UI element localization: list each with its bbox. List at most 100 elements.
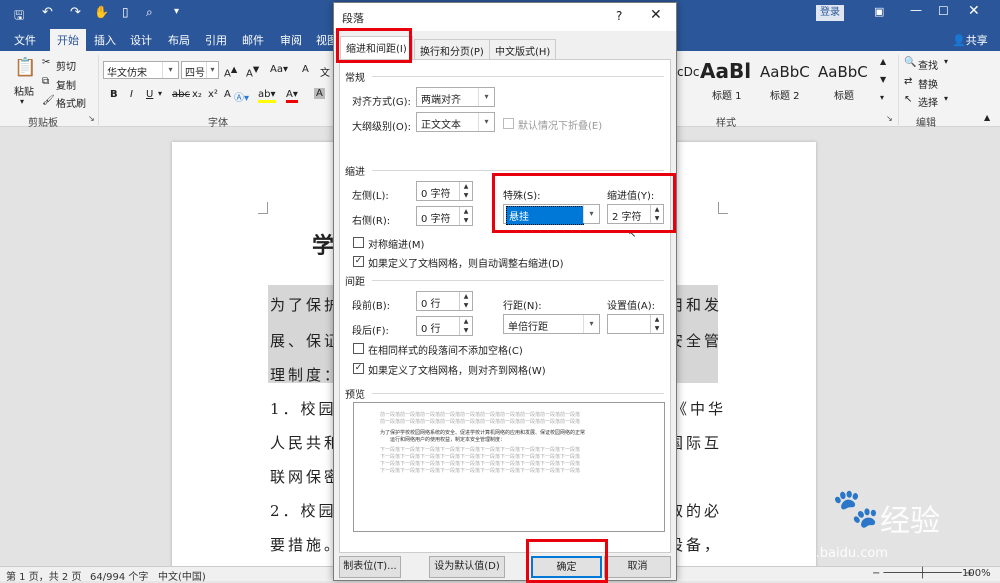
tab-design[interactable]: 设计	[130, 32, 152, 48]
strikethrough-icon[interactable]: abc	[172, 89, 190, 100]
line-spacing-at-spinner[interactable]: ▲ ▼	[607, 314, 664, 334]
select-button[interactable]: 选择	[918, 94, 938, 109]
phonetic-icon[interactable]: 文	[320, 64, 330, 79]
copy-button[interactable]: 复制	[56, 77, 76, 92]
mirror-indents-checkbox[interactable]	[353, 237, 364, 248]
cancel-button[interactable]: 取消	[604, 556, 671, 578]
bold-icon[interactable]: B	[110, 89, 118, 100]
text-effects-icon[interactable]: Ⓐ▾	[234, 89, 249, 104]
minimize-icon[interactable]: —	[910, 3, 922, 17]
tab-line-page-breaks[interactable]: 换行和分页(P)	[414, 39, 490, 59]
share-button[interactable]: 👤共享	[952, 32, 988, 48]
superscript-icon[interactable]: x²	[208, 89, 218, 100]
tab-review[interactable]: 审阅	[280, 32, 302, 48]
tab-mailings[interactable]: 邮件	[242, 32, 264, 48]
find-icon[interactable]: 🔍	[904, 57, 916, 68]
clipboard-launcher-icon[interactable]: ↘	[88, 114, 95, 123]
paste-dropdown-icon[interactable]: ▾	[20, 97, 24, 106]
undo-icon[interactable]: ↶	[42, 5, 53, 20]
tab-file[interactable]: 文件	[14, 32, 36, 48]
tab-references[interactable]: 引用	[205, 32, 227, 48]
underline-icon[interactable]: U	[146, 89, 153, 100]
style-normal-sample[interactable]: cDc	[677, 65, 699, 79]
line-spacing-select[interactable]: 单倍行距 ▾	[503, 314, 600, 334]
grow-font-icon[interactable]: A▲	[224, 64, 237, 79]
font-name-select[interactable]: 华文仿宋 ▾	[103, 61, 179, 79]
spin-down-icon[interactable]: ▼	[459, 326, 472, 335]
copy-icon[interactable]: ⧉	[42, 76, 49, 87]
cut-button[interactable]: 剪切	[56, 58, 76, 73]
spacing-after-spinner[interactable]: 0 行 ▲ ▼	[416, 316, 473, 336]
styles-more-icon[interactable]: ▾	[880, 93, 884, 102]
italic-icon[interactable]: I	[130, 89, 133, 100]
styles-launcher-icon[interactable]: ↘	[886, 114, 893, 123]
highlight-icon[interactable]: ab▾	[258, 89, 276, 103]
snap-to-grid-checkbox[interactable]: ✓	[353, 363, 364, 374]
spin-down-icon[interactable]: ▼	[650, 324, 663, 333]
login-button[interactable]: 登录	[816, 5, 844, 21]
close-window-icon[interactable]: ✕	[968, 3, 980, 19]
format-painter-button[interactable]: 格式刷	[56, 95, 86, 110]
char-border-icon[interactable]: A	[224, 89, 231, 100]
find-dropdown-icon[interactable]: ▾	[944, 57, 948, 66]
underline-dropdown-icon[interactable]: ▾	[158, 89, 162, 98]
styles-scroll-down-icon[interactable]: ▼	[880, 75, 886, 84]
spin-up-icon[interactable]: ▲	[459, 182, 472, 191]
char-shading-icon[interactable]: A	[314, 88, 325, 99]
outline-level-select[interactable]: 正文文本 ▾	[416, 112, 495, 132]
alignment-select[interactable]: 两端对齐 ▾	[416, 87, 495, 107]
styles-scroll-up-icon[interactable]: ▲	[880, 57, 886, 66]
maximize-icon[interactable]: ☐	[938, 4, 949, 18]
paste-button[interactable]: 粘贴	[14, 83, 34, 98]
spin-down-icon[interactable]: ▼	[459, 301, 472, 310]
change-case-icon[interactable]: Aa▾	[270, 64, 288, 75]
replace-button[interactable]: 替换	[918, 76, 938, 91]
spin-up-icon[interactable]: ▲	[459, 292, 472, 301]
style-heading2-sample[interactable]: AaBbC	[760, 63, 810, 81]
spin-up-icon[interactable]: ▲	[650, 315, 663, 324]
spin-up-icon[interactable]: ▲	[459, 207, 472, 216]
right-indent-spinner[interactable]: 0 字符 ▲ ▼	[416, 206, 473, 226]
tab-home[interactable]: 开始	[50, 29, 86, 51]
left-indent-spinner[interactable]: 0 字符 ▲ ▼	[416, 181, 473, 201]
ribbon-options-icon[interactable]: ▣	[874, 5, 884, 18]
font-color-icon[interactable]: A▾	[286, 89, 298, 103]
tabs-button[interactable]: 制表位(T)...	[339, 556, 401, 578]
style-title-sample[interactable]: AaBbC	[818, 63, 868, 81]
style-heading1-sample[interactable]: AaBl	[700, 59, 751, 83]
find-button[interactable]: 查找	[918, 57, 938, 72]
spacing-before-spinner[interactable]: 0 行 ▲ ▼	[416, 291, 473, 311]
no-space-same-style-checkbox[interactable]	[353, 343, 364, 354]
close-icon[interactable]: ✕	[650, 7, 662, 23]
print-preview-icon[interactable]: ⌕	[146, 5, 153, 20]
font-size-select[interactable]: 四号 ▾	[181, 61, 219, 79]
save-icon[interactable]: 🖫	[14, 6, 24, 27]
set-default-button[interactable]: 设为默认值(D)	[429, 556, 505, 578]
collapse-default-checkbox[interactable]	[503, 118, 514, 129]
subscript-icon[interactable]: x₂	[192, 89, 202, 100]
spin-down-icon[interactable]: ▼	[459, 191, 472, 200]
touch-mode-icon[interactable]: ✋	[94, 5, 109, 19]
collapse-ribbon-icon[interactable]: ▲	[984, 113, 990, 122]
tab-asian-typography[interactable]: 中文版式(H)	[489, 39, 557, 59]
redo-icon[interactable]: ↷	[70, 5, 81, 20]
format-painter-icon[interactable]: 🖌	[42, 95, 55, 106]
select-icon[interactable]: ↖	[904, 94, 912, 105]
auto-adjust-indent-checkbox[interactable]: ✓	[353, 256, 364, 267]
mirror-indents-label: 对称缩进(M)	[368, 240, 425, 251]
shrink-font-icon[interactable]: A▼	[246, 64, 259, 79]
help-button[interactable]: ?	[616, 9, 622, 23]
cut-icon[interactable]: ✂	[42, 57, 50, 68]
divider	[372, 393, 664, 394]
replace-icon[interactable]: ⇄	[904, 76, 912, 87]
tab-insert[interactable]: 插入	[94, 32, 116, 48]
customize-qat-icon[interactable]: ▾	[174, 6, 179, 17]
tab-layout[interactable]: 布局	[168, 32, 190, 48]
alignment-label: 对齐方式(G):	[352, 97, 411, 108]
paste-icon[interactable]: 📋	[14, 57, 36, 78]
select-dropdown-icon[interactable]: ▾	[944, 94, 948, 103]
clear-format-icon[interactable]: A	[302, 64, 309, 75]
spin-up-icon[interactable]: ▲	[459, 317, 472, 326]
new-doc-icon[interactable]: ▯	[122, 5, 129, 19]
spin-down-icon[interactable]: ▼	[459, 216, 472, 225]
